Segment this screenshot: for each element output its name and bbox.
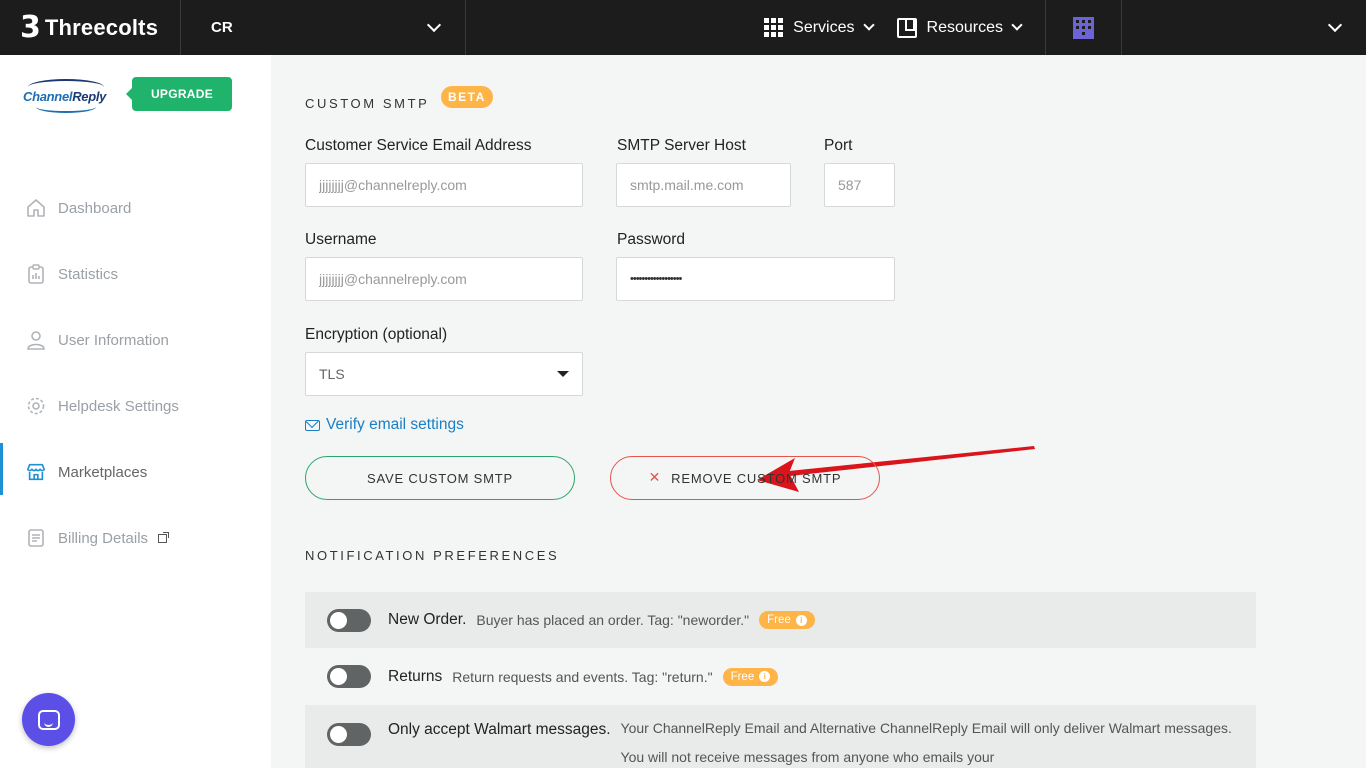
notification-preferences-heading: NOTIFICATION PREFERENCES	[305, 548, 560, 563]
notification-description: Return requests and events. Tag: "return…	[452, 668, 713, 685]
sidebar-item-dashboard[interactable]: Dashboard	[0, 175, 271, 241]
account-menu[interactable]	[1122, 0, 1366, 55]
encryption-select[interactable]: TLS	[305, 352, 583, 396]
notification-description: Buyer has placed an order. Tag: "neworde…	[476, 612, 750, 628]
services-menu[interactable]: Services	[764, 0, 896, 55]
chevron-down-icon	[1011, 18, 1023, 31]
custom-smtp-heading: CUSTOM SMTP	[305, 96, 430, 111]
sidebar-nav: Dashboard Statistics User Information He…	[0, 175, 271, 571]
free-badge: Free i	[759, 611, 815, 629]
upgrade-button[interactable]: UPGRADE	[126, 77, 232, 111]
encryption-value: TLS	[319, 366, 345, 382]
threecolts-mark-icon: 3	[20, 9, 41, 45]
sidebar-item-user-information[interactable]: User Information	[0, 307, 271, 373]
resources-menu[interactable]: Resources	[896, 0, 1045, 55]
sidebar-item-label: Marketplaces	[58, 463, 148, 481]
envelope-icon	[305, 419, 320, 431]
top-bar: 3 Threecolts CR Services Resources	[0, 0, 1366, 55]
save-custom-smtp-button[interactable]: SAVE CUSTOM SMTP	[305, 456, 575, 500]
smtp-host-label: SMTP Server Host	[617, 137, 746, 154]
notification-title: New Order.	[388, 611, 467, 628]
notification-title: Returns	[388, 667, 443, 685]
port-label: Port	[824, 137, 853, 154]
returns-toggle[interactable]	[327, 665, 371, 688]
smtp-host-field[interactable]	[616, 163, 791, 207]
brand-name: Threecolts	[44, 14, 159, 40]
caret-down-icon	[557, 371, 569, 377]
clipboard-icon	[26, 264, 46, 284]
home-icon	[26, 198, 46, 218]
building-icon	[1073, 16, 1094, 39]
chevron-down-icon	[426, 17, 442, 32]
chevron-down-icon	[1327, 17, 1343, 32]
user-icon	[26, 330, 46, 350]
grid-icon	[764, 18, 784, 37]
free-badge: Free i	[722, 667, 779, 686]
notification-row-walmart-only: Only accept Walmart messages. Your Chann…	[305, 705, 1256, 768]
workspace-name: CR	[211, 19, 233, 36]
walmart-only-toggle[interactable]	[327, 723, 371, 746]
password-label: Password	[617, 231, 686, 248]
gear-icon	[26, 396, 46, 416]
username-field[interactable]	[305, 257, 583, 301]
bookmark-icon	[896, 17, 917, 38]
external-link-icon	[158, 531, 170, 543]
port-field[interactable]	[824, 163, 895, 207]
sidebar-item-label: Statistics	[58, 265, 119, 283]
sidebar-item-label: Billing Details	[58, 529, 149, 547]
sidebar: ChannelReply UPGRADE Dashboard Statistic…	[0, 55, 271, 768]
verify-email-settings-link[interactable]: Verify email settings	[305, 416, 464, 434]
username-label: Username	[305, 231, 377, 248]
remove-custom-smtp-button[interactable]: ✕ REMOVE CUSTOM SMTP	[610, 456, 880, 500]
chat-icon	[37, 709, 60, 730]
new-order-toggle[interactable]	[327, 608, 371, 632]
encryption-label: Encryption (optional)	[305, 326, 448, 343]
store-icon	[26, 462, 46, 482]
sidebar-item-label: User Information	[58, 331, 169, 349]
close-icon: ✕	[648, 470, 662, 486]
notification-title: Only accept Walmart messages.	[388, 721, 611, 738]
info-icon: i	[759, 671, 771, 682]
sidebar-item-billing-details[interactable]: Billing Details	[0, 505, 271, 571]
sidebar-item-helpdesk-settings[interactable]: Helpdesk Settings	[0, 373, 271, 439]
organization-button[interactable]	[1046, 0, 1121, 55]
notification-row-new-order: New Order. Buyer has placed an order. Ta…	[305, 592, 1256, 648]
email-label: Customer Service Email Address	[305, 137, 532, 154]
chevron-down-icon	[862, 18, 875, 31]
password-field[interactable]	[616, 257, 895, 301]
sidebar-item-statistics[interactable]: Statistics	[0, 241, 271, 307]
chat-launcher-button[interactable]	[22, 693, 75, 746]
notification-description: Your ChannelReply Email and Alternative …	[620, 720, 1232, 765]
sidebar-item-label: Helpdesk Settings	[58, 397, 179, 415]
sidebar-item-marketplaces[interactable]: Marketplaces	[0, 439, 271, 505]
sidebar-item-label: Dashboard	[58, 199, 132, 217]
receipt-icon	[26, 528, 46, 548]
main-content: CUSTOM SMTP BETA Customer Service Email …	[271, 55, 1366, 768]
services-label: Services	[793, 18, 855, 36]
resources-label: Resources	[926, 18, 1003, 36]
verify-link-label: Verify email settings	[326, 416, 464, 433]
email-field[interactable]	[305, 163, 583, 207]
info-icon: i	[795, 614, 807, 626]
channelreply-logo[interactable]: ChannelReply	[22, 77, 110, 117]
notification-row-returns: Returns Return requests and events. Tag:…	[305, 648, 1256, 705]
beta-badge: BETA	[441, 86, 493, 108]
threecolts-logo[interactable]: 3 Threecolts	[0, 0, 181, 55]
workspace-selector[interactable]: CR	[181, 0, 466, 55]
